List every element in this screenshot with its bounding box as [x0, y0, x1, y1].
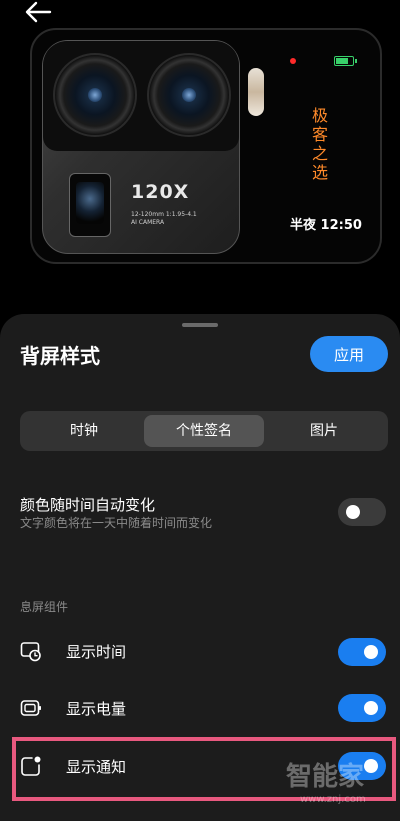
clock-screen-icon: [20, 642, 41, 662]
color-change-title: 颜色随时间自动变化: [20, 496, 156, 514]
color-change-subtitle: 文字颜色将在一天中随着时间而变化: [20, 516, 213, 530]
apply-button[interactable]: 应用: [310, 336, 388, 372]
camera-spec-text: 12-120mm 1:1.95-4.1: [131, 211, 197, 218]
color-change-toggle[interactable]: [338, 498, 386, 526]
back-arrow-icon[interactable]: [22, 0, 54, 24]
camera-zoom-text: 120X: [131, 181, 190, 203]
widget-toggle-time[interactable]: [338, 638, 386, 666]
toggle-knob: [364, 645, 378, 659]
widget-label-battery: 显示电量: [66, 700, 127, 718]
toggle-knob: [364, 701, 378, 715]
camera-ai-text: AI CAMERA: [131, 219, 165, 226]
widget-label-time: 显示时间: [66, 643, 127, 661]
battery-icon: [334, 56, 354, 66]
main-lens-icon: [53, 53, 137, 137]
sheet-title: 背屏样式: [20, 344, 100, 368]
camera-module: 120X 12-120mm 1:1.95-4.1 AI CAMERA: [42, 40, 240, 254]
recording-dot-icon: [290, 58, 296, 64]
preview-time-text: 半夜 12:50: [290, 218, 362, 233]
style-tabs: 时钟 个性签名 图片: [20, 411, 388, 451]
battery-outline-icon: [20, 700, 41, 716]
tab-signature[interactable]: 个性签名: [144, 415, 264, 447]
ultrawide-lens-icon: [147, 53, 231, 137]
signature-text: 极客之选: [311, 106, 328, 182]
watermark-logo: 智能家: [286, 762, 365, 792]
widget-toggle-battery[interactable]: [338, 694, 386, 722]
flash-icon: [248, 68, 264, 116]
tab-image[interactable]: 图片: [264, 415, 384, 447]
drag-handle[interactable]: [182, 323, 218, 327]
back-screen-preview: 120X 12-120mm 1:1.95-4.1 AI CAMERA 极客之选 …: [30, 28, 382, 264]
tab-clock[interactable]: 时钟: [24, 415, 144, 447]
toggle-knob: [346, 505, 360, 519]
battery-tip: [355, 59, 357, 63]
widgets-section-label: 息屏组件: [20, 600, 69, 614]
watermark-url: www.znj.com: [300, 794, 366, 805]
camera-lens-bar: [43, 41, 239, 151]
periscope-lens-icon: [69, 173, 111, 237]
